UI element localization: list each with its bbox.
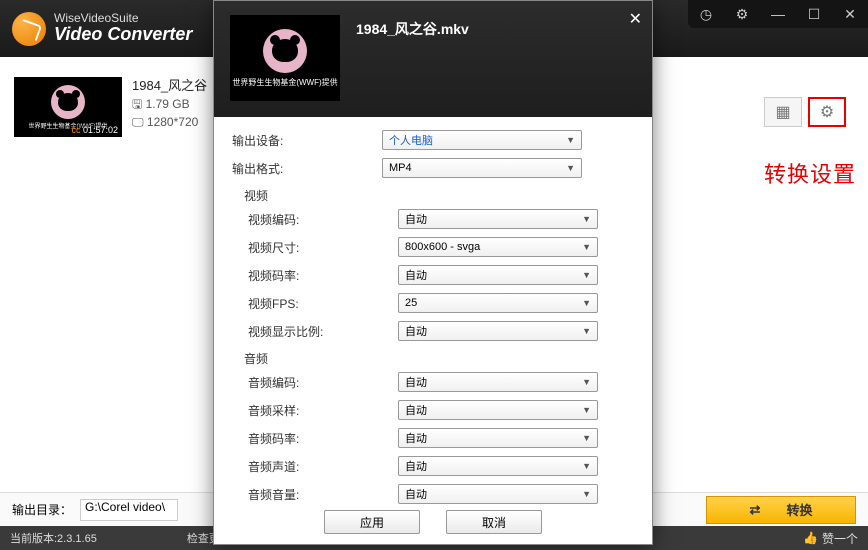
video-thumbnail: 世界野生生物基金(WWF)提供 cc 01:57:02: [14, 77, 122, 137]
list-icon: ▦: [775, 102, 790, 122]
video-codec-select[interactable]: 自动▼: [398, 209, 598, 229]
window-controls: ◷ ⚙ — ☐ ✕: [688, 0, 868, 28]
video-size-select[interactable]: 800x600 - svga▼: [398, 237, 598, 257]
chevron-down-icon: ▼: [582, 298, 591, 308]
chevron-down-icon: ▼: [582, 433, 591, 443]
app-product-name: Video Converter: [54, 25, 192, 45]
chevron-down-icon: ▼: [582, 214, 591, 224]
thumbs-up-icon: 👍: [803, 531, 818, 545]
version-label: 当前版本:2.3.1.65: [10, 530, 97, 546]
chevron-down-icon: ▼: [582, 270, 591, 280]
annotation-label: 转换设置: [764, 157, 856, 189]
output-device-select[interactable]: 个人电脑▼: [382, 130, 582, 150]
convert-button[interactable]: ⇄ 转换: [706, 496, 856, 524]
output-path-input[interactable]: G:\Corel video\: [80, 499, 178, 521]
dialog-thumbnail: 世界野生生物基金(WWF)提供: [230, 15, 340, 101]
apply-button[interactable]: 应用: [324, 510, 420, 534]
chevron-down-icon: ▼: [582, 405, 591, 415]
chevron-down-icon: ▼: [566, 135, 575, 145]
dialog-close-button[interactable]: ✕: [629, 9, 642, 29]
video-aspect-select[interactable]: 自动▼: [398, 321, 598, 341]
audio-codec-select[interactable]: 自动▼: [398, 372, 598, 392]
video-bitrate-select[interactable]: 自动▼: [398, 265, 598, 285]
close-button[interactable]: ✕: [832, 0, 868, 28]
settings-button[interactable]: ⚙: [808, 97, 846, 127]
output-format-select[interactable]: MP4▼: [382, 158, 582, 178]
cancel-button[interactable]: 取消: [446, 510, 542, 534]
video-title: 1984_风之谷: [132, 77, 207, 95]
audio-channel-select[interactable]: 自动▼: [398, 456, 598, 476]
refresh-icon: ⇄: [750, 502, 761, 518]
gear-icon: ⚙: [820, 102, 834, 122]
video-section-header: 视频: [244, 187, 634, 204]
audio-section-header: 音频: [244, 350, 634, 367]
chevron-down-icon: ▼: [582, 377, 591, 387]
list-view-button[interactable]: ▦: [764, 97, 802, 127]
minimize-button[interactable]: —: [760, 0, 796, 28]
audio-sample-select[interactable]: 自动▼: [398, 400, 598, 420]
chevron-down-icon: ▼: [582, 461, 591, 471]
like-button[interactable]: 👍赞一个: [803, 530, 858, 547]
audio-volume-select[interactable]: 自动▼: [398, 484, 598, 504]
settings-icon[interactable]: ⚙: [724, 0, 760, 28]
chevron-down-icon: ▼: [582, 489, 591, 499]
chevron-down-icon: ▼: [582, 242, 591, 252]
video-size: 1.79 GB: [146, 97, 190, 111]
output-dir-label: 输出目录：: [12, 501, 72, 518]
settings-dialog: ✕ 世界野生生物基金(WWF)提供 1984_风之谷.mkv 输出设备: 个人电…: [213, 0, 653, 545]
video-fps-select[interactable]: 25▼: [398, 293, 598, 313]
chevron-down-icon: ▼: [582, 326, 591, 336]
maximize-button[interactable]: ☐: [796, 0, 832, 28]
chevron-down-icon: ▼: [566, 163, 575, 173]
app-logo: [12, 12, 46, 46]
video-dimensions: 1280*720: [147, 115, 198, 129]
audio-bitrate-select[interactable]: 自动▼: [398, 428, 598, 448]
dialog-filename: 1984_风之谷.mkv: [356, 15, 469, 103]
video-list-item[interactable]: 世界野生生物基金(WWF)提供 cc 01:57:02 1984_风之谷 🖫 1…: [14, 77, 207, 137]
clock-icon[interactable]: ◷: [688, 0, 724, 28]
